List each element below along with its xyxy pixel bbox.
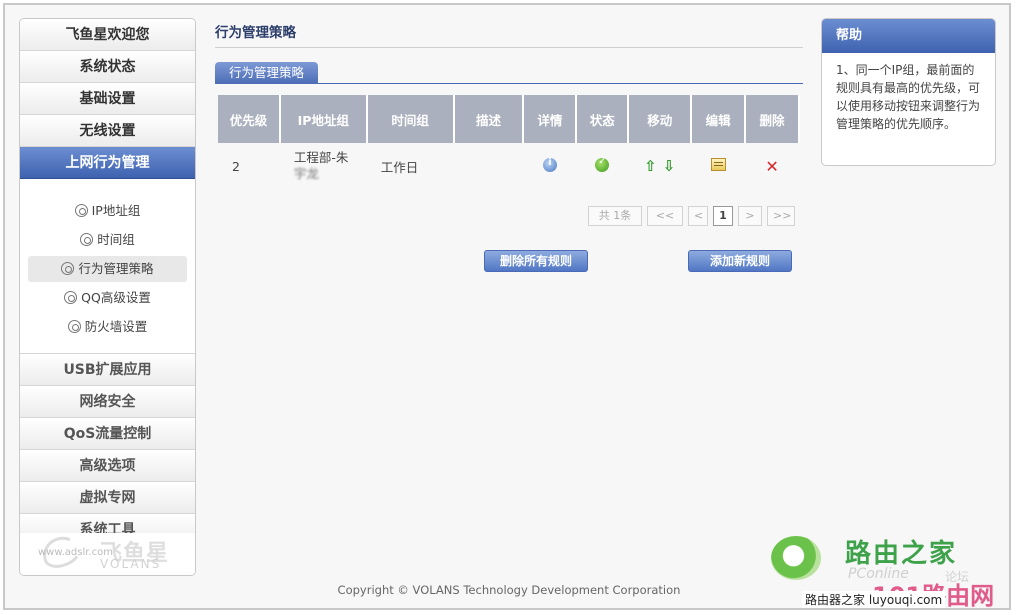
- radio-circle-icon: [74, 204, 88, 217]
- cell-delete: ✕: [745, 143, 799, 189]
- add-rule-button[interactable]: 添加新规则: [688, 250, 792, 272]
- ip-group-text: 工程部-朱: [293, 150, 349, 165]
- nav-behavior-management[interactable]: 上网行为管理: [20, 147, 195, 179]
- nav-vpn[interactable]: 虚拟专网: [20, 482, 195, 514]
- page-title: 行为管理策略: [215, 18, 803, 48]
- nav-usb-extension[interactable]: USB扩展应用: [20, 354, 195, 386]
- cell-description: [454, 143, 524, 189]
- sub-nav-group: IP地址组 时间组 行为管理策略 QQ高级设置 防火墙设置: [20, 179, 195, 354]
- cell-move: ⇧ ⇩: [628, 143, 691, 189]
- tab-behavior-policy[interactable]: 行为管理策略: [215, 62, 319, 84]
- cell-time-group: 工作日: [380, 159, 419, 175]
- sub-nav-qq-advanced[interactable]: QQ高级设置: [28, 285, 187, 311]
- sub-nav-label: 防火墙设置: [84, 319, 148, 334]
- tab-bar: 行为管理策略: [215, 60, 803, 84]
- cell-status: [576, 143, 628, 189]
- radio-circle-icon: [64, 291, 78, 304]
- delete-icon[interactable]: ✕: [765, 157, 778, 176]
- status-enabled-icon[interactable]: [595, 156, 610, 172]
- sub-nav-firewall[interactable]: 防火墙设置: [28, 314, 187, 340]
- watermark-bottom-text: 路由器之家 luyouqi.com: [802, 591, 946, 608]
- help-title: 帮助: [822, 19, 995, 53]
- sub-nav-time-group[interactable]: 时间组: [28, 227, 187, 253]
- sub-nav-label: QQ高级设置: [81, 290, 151, 305]
- pager-total: 共 1条: [588, 206, 642, 226]
- radio-circle-icon: [67, 320, 81, 333]
- watermark-site-name: 路由之家: [845, 539, 958, 569]
- watermark-logo-icon: [771, 536, 821, 580]
- table-header-row: 优先级 IP地址组 时间组 描述 详情 状态 移动 编辑 删除: [218, 95, 800, 143]
- col-priority: 优先级: [218, 95, 281, 143]
- sub-nav-behavior-policy[interactable]: 行为管理策略: [28, 256, 187, 282]
- help-text: 1、同一个IP组，最前面的规则具有最高的优先级，可以使用移动按钮来调整行为管理策…: [836, 63, 981, 131]
- nav-wireless-settings[interactable]: 无线设置: [20, 115, 195, 147]
- radio-circle-icon: [61, 262, 75, 275]
- col-edit: 编辑: [691, 95, 747, 143]
- col-status: 状态: [576, 95, 630, 143]
- info-icon[interactable]: [542, 157, 557, 172]
- rules-table: 优先级 IP地址组 时间组 描述 详情 状态 移动 编辑 删除 2 工程部-朱宇…: [218, 95, 800, 189]
- nav-system-status[interactable]: 系统状态: [20, 51, 195, 83]
- col-move: 移动: [628, 95, 693, 143]
- table-row: 2 工程部-朱宇龙 工作日 ⇧⇩ ✕: [218, 143, 799, 189]
- footer-copyright: Copyright © VOLANS Technology Developmen…: [337, 583, 681, 597]
- nav-advanced[interactable]: 高级选项: [20, 450, 195, 482]
- edit-icon[interactable]: [710, 158, 726, 171]
- pager-next-button[interactable]: >: [738, 206, 762, 226]
- move-up-icon[interactable]: ⇧: [644, 157, 657, 175]
- cell-details: [523, 143, 576, 189]
- pagination: 共 1条 << < 1 > >>: [588, 206, 795, 228]
- sidebar: 飞鱼星欢迎您 系统状态 基础设置 无线设置 上网行为管理 IP地址组 时间组 行…: [19, 18, 196, 576]
- brand-logo: www.adslr.com 飞鱼星 VOLANS: [20, 531, 195, 575]
- col-ip-group: IP地址组: [279, 95, 368, 143]
- pager-prev-button[interactable]: <: [688, 206, 708, 226]
- move-down-icon[interactable]: ⇩: [663, 157, 676, 175]
- sub-nav-label: 时间组: [97, 232, 135, 247]
- col-delete: 删除: [745, 95, 800, 143]
- nav-basic-settings[interactable]: 基础设置: [20, 83, 195, 115]
- pager-last-button[interactable]: >>: [767, 206, 795, 226]
- pager-current-page[interactable]: 1: [713, 206, 733, 226]
- cell-edit: [691, 143, 745, 189]
- nav-network-security[interactable]: 网络安全: [20, 386, 195, 418]
- nav-welcome[interactable]: 飞鱼星欢迎您: [20, 19, 195, 51]
- sub-nav-ip-group[interactable]: IP地址组: [28, 198, 187, 224]
- col-details: 详情: [523, 95, 578, 143]
- sub-nav-label: 行为管理策略: [78, 261, 154, 276]
- help-panel: 帮助 1、同一个IP组，最前面的规则具有最高的优先级，可以使用移动按钮来调整行为…: [821, 18, 996, 166]
- col-description: 描述: [453, 95, 525, 143]
- nav-qos[interactable]: QoS流量控制: [20, 418, 195, 450]
- sub-nav-label: IP地址组: [91, 203, 141, 218]
- col-time-group: 时间组: [366, 95, 455, 143]
- radio-circle-icon: [80, 233, 94, 246]
- delete-all-rules-button[interactable]: 删除所有规则: [484, 250, 588, 272]
- cell-priority: 2: [232, 158, 240, 174]
- main-content: 行为管理策略 行为管理策略 优先级 IP地址组 时间组 描述 详情 状态 移动 …: [215, 18, 803, 318]
- cell-ip-group: 工程部-朱 宇龙: [280, 143, 367, 189]
- ip-group-blurred: 宇龙: [293, 166, 319, 181]
- logo-sub: VOLANS: [100, 557, 162, 571]
- pager-first-button[interactable]: <<: [647, 206, 683, 226]
